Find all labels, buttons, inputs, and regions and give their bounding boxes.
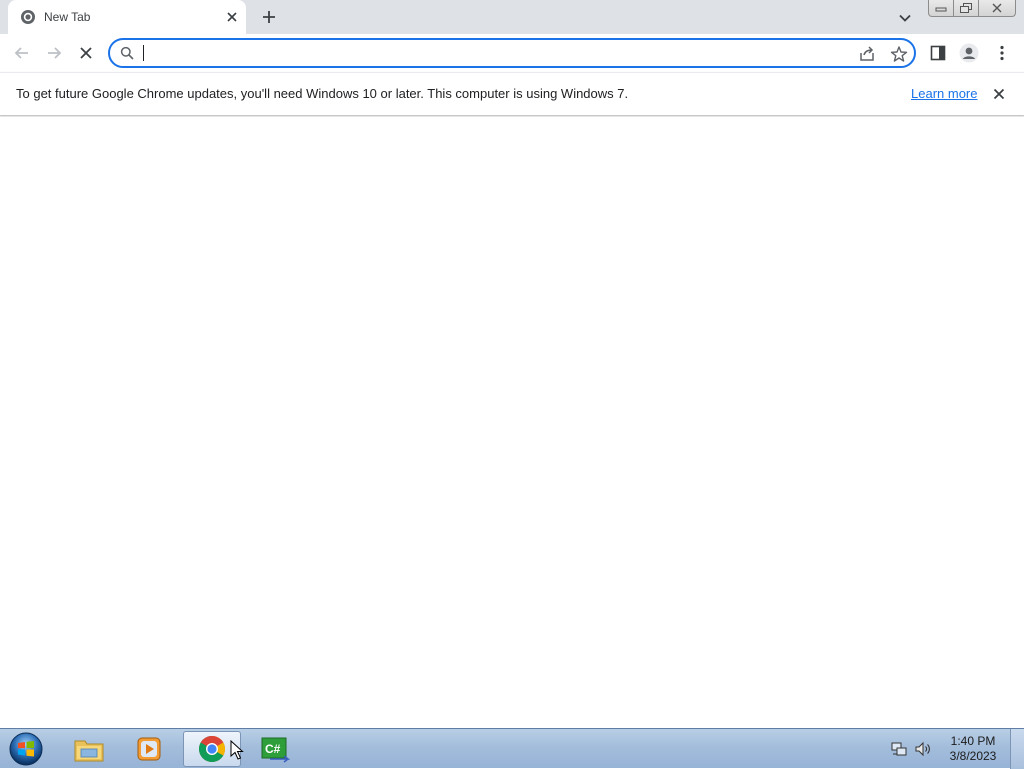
browser-toolbar (0, 34, 1024, 72)
csharp-app-icon: C# (261, 737, 290, 763)
chevron-down-icon[interactable] (896, 9, 914, 27)
page-content (0, 117, 1024, 728)
forward-button[interactable] (43, 42, 65, 64)
mouse-cursor-icon (230, 740, 244, 760)
side-panel-icon (930, 45, 946, 61)
infobar-message: To get future Google Chrome updates, you… (16, 86, 629, 101)
search-icon (120, 46, 134, 60)
address-bar[interactable] (108, 38, 916, 68)
svg-text:C#: C# (265, 742, 281, 756)
minimize-icon (935, 7, 947, 12)
minimize-button[interactable] (928, 0, 954, 17)
close-icon (992, 3, 1002, 13)
window-close-button[interactable] (978, 0, 1016, 17)
arrow-right-icon (48, 47, 62, 59)
new-tab-button[interactable] (258, 6, 280, 28)
tab-title: New Tab (44, 10, 91, 24)
text-caret (143, 45, 144, 61)
volume-icon[interactable] (914, 740, 932, 758)
browser-menu-button[interactable] (991, 42, 1013, 64)
taskbar-chrome[interactable] (183, 731, 244, 767)
restore-button[interactable] (953, 0, 979, 17)
tab-new-tab[interactable]: New Tab (8, 0, 246, 34)
kebab-menu-icon (1000, 45, 1004, 61)
stop-loading-icon (80, 47, 92, 59)
stop-loading-button[interactable] (75, 42, 97, 64)
windows-taskbar: C# 1:40 PM 3/8/2023 (0, 728, 1024, 769)
restore-icon (960, 2, 972, 13)
learn-more-link[interactable]: Learn more (911, 86, 977, 102)
profile-avatar-icon (959, 43, 979, 63)
side-panel-button[interactable] (927, 42, 949, 64)
chrome-icon (198, 736, 226, 763)
tab-close-icon[interactable] (224, 9, 240, 25)
file-explorer-icon (74, 740, 104, 762)
show-desktop-button[interactable] (1010, 729, 1024, 769)
taskbar-csharp-app[interactable]: C# (246, 731, 304, 767)
star-icon[interactable] (890, 45, 908, 63)
arrow-left-icon (14, 47, 28, 59)
profile-button[interactable] (958, 42, 980, 64)
taskbar-clock[interactable]: 1:40 PM 3/8/2023 (940, 734, 1006, 764)
back-button[interactable] (11, 42, 33, 64)
share-icon[interactable] (858, 45, 876, 63)
clock-date: 3/8/2023 (949, 749, 997, 763)
tab-strip: New Tab (0, 0, 1024, 34)
update-infobar: To get future Google Chrome updates, you… (0, 72, 1024, 116)
window-controls (928, 0, 1016, 18)
taskbar-media-player[interactable] (120, 731, 178, 767)
chrome-newtab-icon (21, 10, 35, 24)
clock-time: 1:40 PM (950, 734, 996, 748)
address-input[interactable] (142, 43, 842, 63)
start-button[interactable] (6, 730, 46, 768)
media-player-icon (137, 737, 161, 761)
taskbar-file-explorer[interactable] (60, 731, 118, 767)
windows-start-icon (9, 732, 43, 766)
infobar-close-icon[interactable] (991, 86, 1007, 102)
network-icon[interactable] (890, 740, 908, 758)
